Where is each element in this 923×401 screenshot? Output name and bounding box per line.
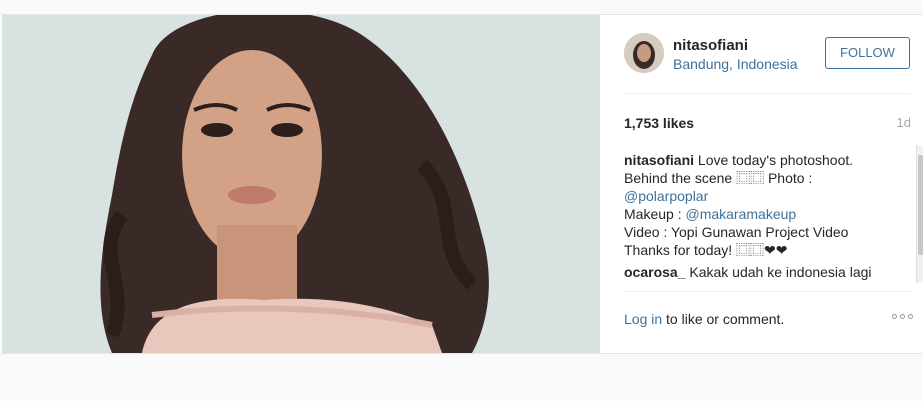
comment-username[interactable]: ocarosa_ <box>624 264 685 280</box>
login-link[interactable]: Log in <box>624 311 662 327</box>
mention-link[interactable]: @makaramakeup <box>685 206 796 222</box>
login-prompt: Log in to like or comment. <box>624 311 784 327</box>
likes-count[interactable]: 1,753 likes <box>624 115 694 131</box>
scrollbar-thumb[interactable] <box>918 155 923 255</box>
avatar-image <box>624 33 664 73</box>
dot <box>892 314 897 319</box>
caption-line: @polarpoplar <box>624 187 914 205</box>
mention-link[interactable]: @polarpoplar <box>624 188 708 204</box>
photo-image <box>2 15 600 353</box>
caption-line: Makeup : @makaramakeup <box>624 205 914 223</box>
divider <box>624 291 910 292</box>
caption-line: Thanks for today! ⿴⿴❤❤ <box>624 242 788 258</box>
post-header: nitasofiani Bandung, Indonesia FOLLOW <box>600 15 923 93</box>
divider <box>624 93 910 94</box>
post-card: nitasofiani Bandung, Indonesia FOLLOW 1,… <box>0 14 923 354</box>
location-link[interactable]: Bandung, Indonesia <box>673 56 798 72</box>
avatar[interactable] <box>624 33 664 73</box>
username-link[interactable]: nitasofiani <box>673 37 748 54</box>
comment-text: Kakak udah ke indonesia lagi <box>685 264 872 280</box>
dot <box>900 314 905 319</box>
dot <box>908 314 913 319</box>
caption-username[interactable]: nitasofiani <box>624 152 694 168</box>
caption-line: nitasofiani Love today's photoshoot. <box>624 151 914 169</box>
post-time[interactable]: 1d <box>897 115 911 130</box>
caption-line: Video : Yopi Gunawan Project Video <box>624 224 849 240</box>
caption-line: Behind the scene ⿴⿴ Photo : <box>624 170 813 186</box>
caption-text: Love today's photoshoot. <box>694 152 854 168</box>
follow-button[interactable]: FOLLOW <box>825 37 910 69</box>
caption-text: Makeup : <box>624 206 686 222</box>
login-prompt-text: to like or comment. <box>662 311 785 327</box>
more-options-icon[interactable] <box>892 314 913 319</box>
comment-item: ocarosa_ Kakak udah ke indonesia lagi <box>624 263 914 281</box>
comments-list: nitasofiani Love today's photoshoot. Beh… <box>624 151 914 283</box>
post-sidebar: nitasofiani Bandung, Indonesia FOLLOW 1,… <box>600 15 923 353</box>
post-photo[interactable] <box>2 15 600 353</box>
comments-scrollbar[interactable] <box>916 145 923 283</box>
